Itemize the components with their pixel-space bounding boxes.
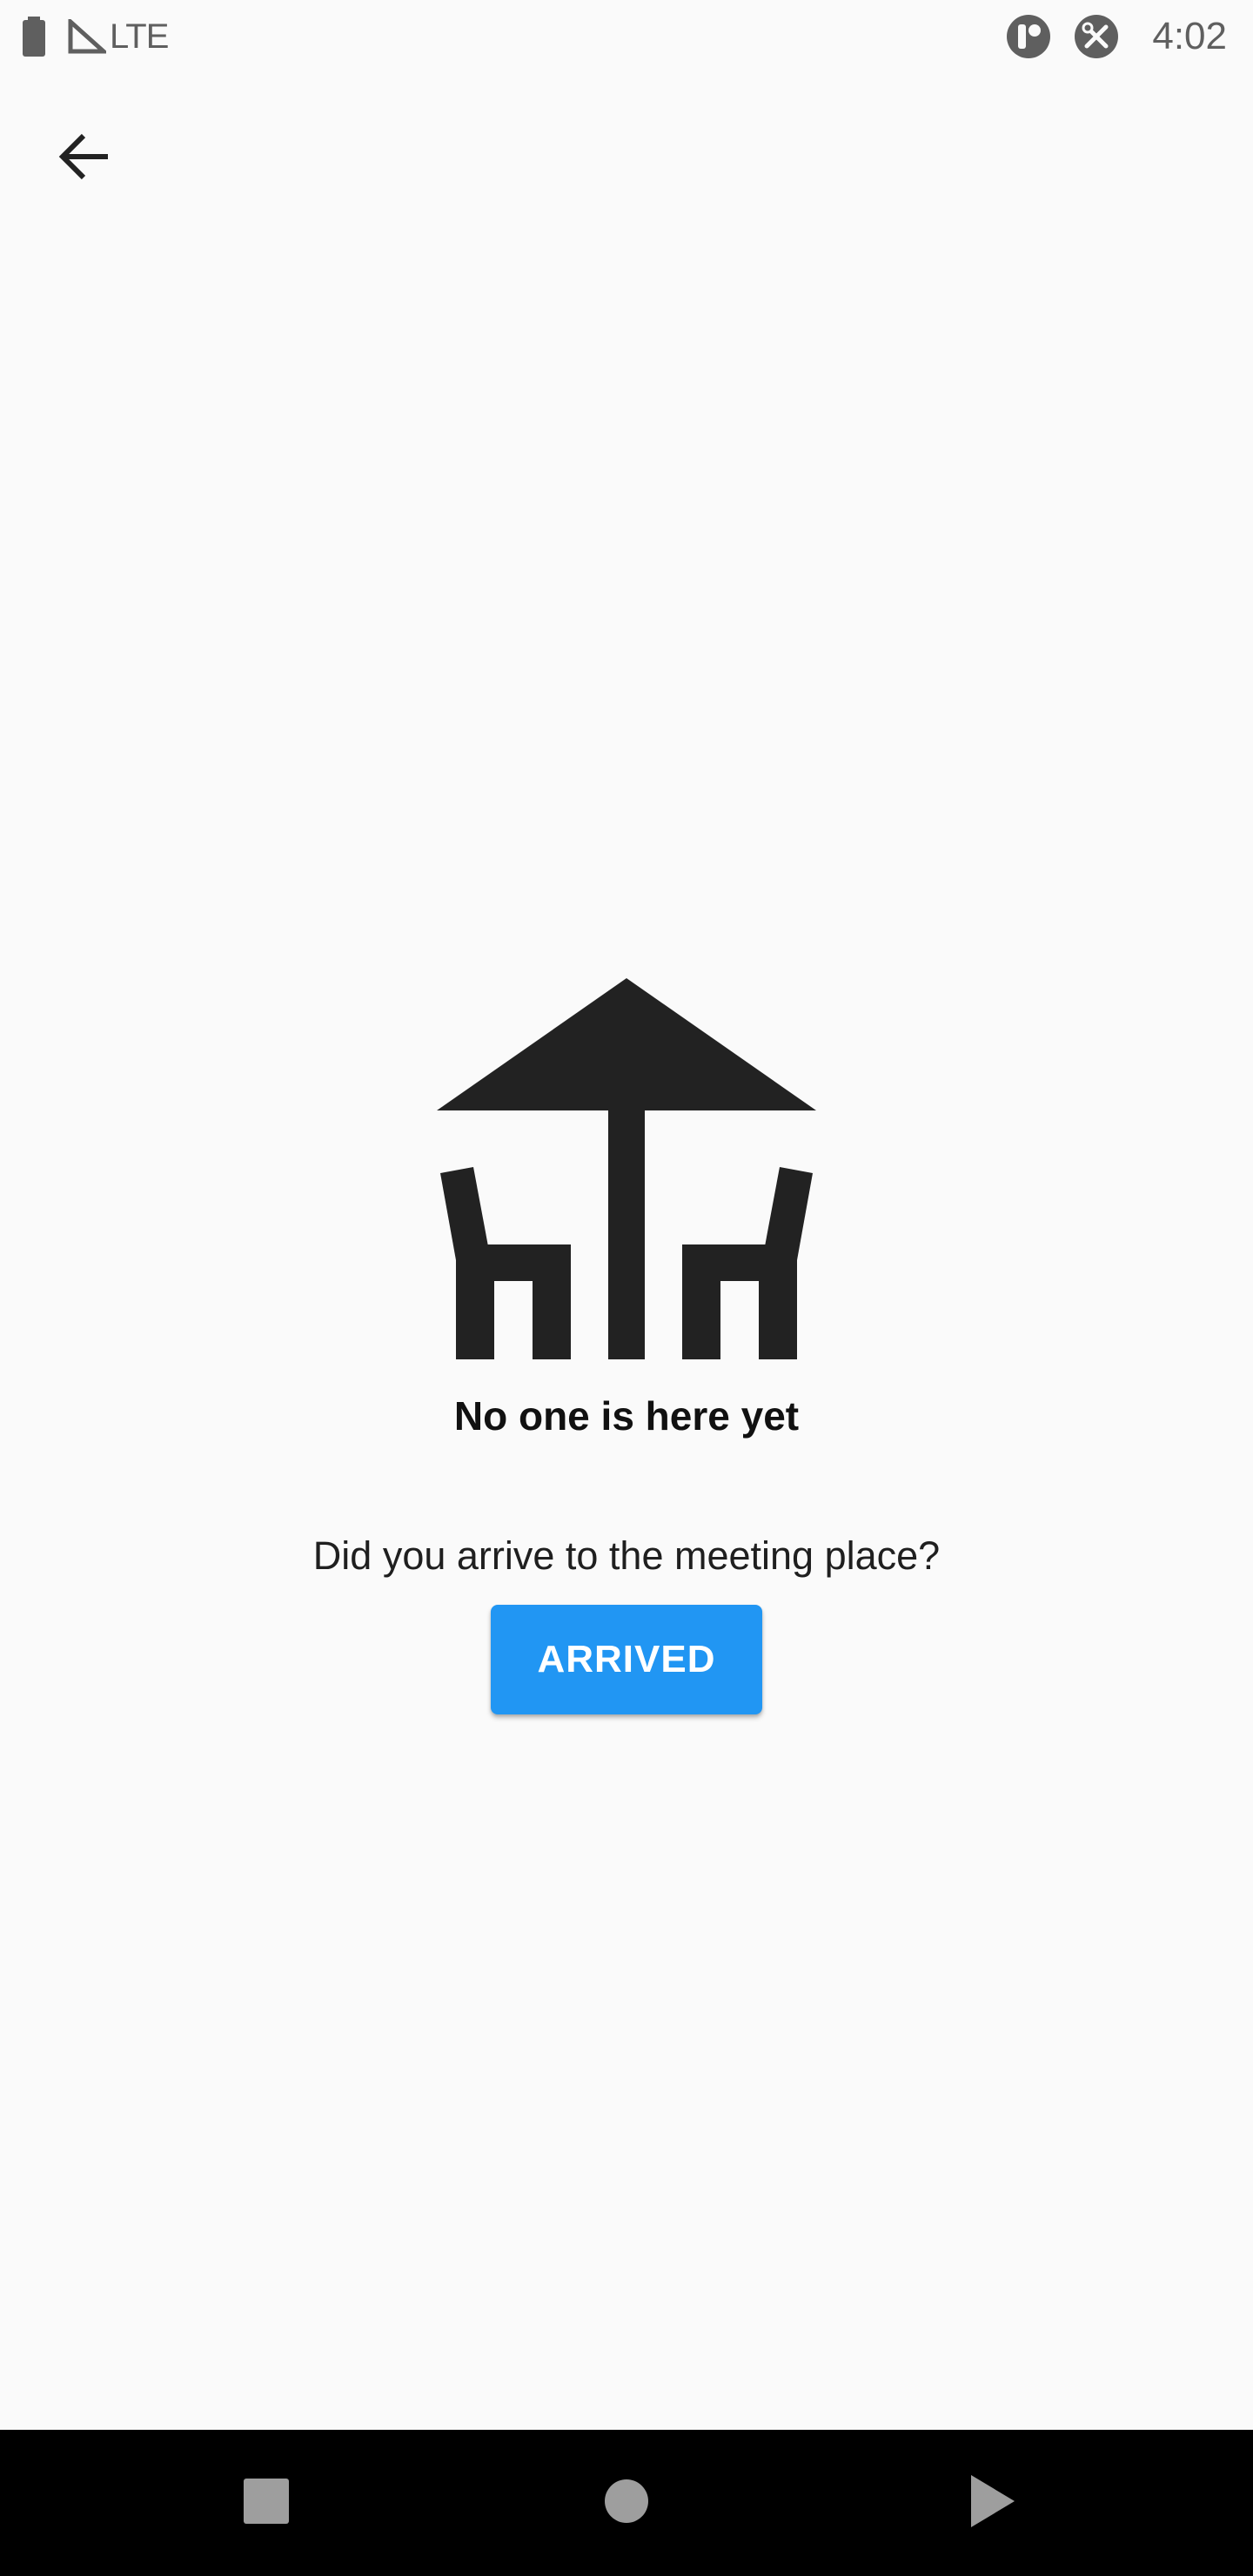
signal-icon bbox=[68, 19, 106, 54]
developer-tools-icon bbox=[1074, 14, 1142, 59]
home-circle-icon bbox=[602, 2477, 651, 2530]
screen: LTE 4:02 No one is here yet Did you arri… bbox=[0, 0, 1253, 2576]
battery-icon bbox=[21, 17, 47, 57]
outdoor-table-umbrella-icon bbox=[435, 978, 818, 1361]
recents-button[interactable] bbox=[193, 2430, 339, 2576]
recents-square-icon bbox=[242, 2477, 291, 2530]
back-button[interactable] bbox=[44, 117, 127, 200]
system-back-button[interactable] bbox=[919, 2430, 1065, 2576]
status-left: LTE bbox=[21, 16, 169, 57]
notification-app-icon bbox=[1006, 14, 1074, 59]
arrival-prompt: Did you arrive to the meeting place? bbox=[312, 1533, 941, 1578]
arrow-back-icon bbox=[57, 129, 113, 189]
status-right: 4:02 bbox=[1006, 10, 1227, 63]
clock: 4:02 bbox=[1152, 15, 1227, 57]
network-type-label: LTE bbox=[110, 17, 169, 56]
arrived-button[interactable]: ARRIVED bbox=[491, 1605, 762, 1714]
home-button[interactable] bbox=[553, 2430, 700, 2576]
back-triangle-icon bbox=[968, 2473, 1016, 2533]
status-bar: LTE 4:02 bbox=[0, 0, 1253, 73]
system-nav-bar bbox=[0, 2430, 1253, 2576]
empty-state-title: No one is here yet bbox=[453, 1393, 800, 1439]
